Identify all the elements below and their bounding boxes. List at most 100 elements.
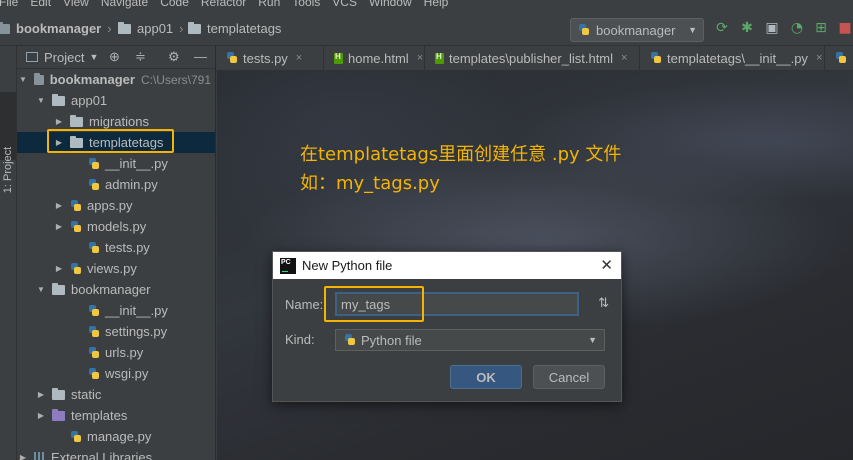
menu-item-code[interactable]: Code [154, 0, 195, 13]
tree-item[interactable]: tests.py [17, 237, 215, 258]
python-file-icon [88, 325, 100, 338]
tree-item[interactable]: settings.py [17, 321, 215, 342]
rerun-icon[interactable]: ⟳ [714, 20, 730, 36]
hide-icon[interactable]: — [194, 49, 207, 64]
annotation-highlight-box [47, 129, 174, 153]
expand-right-icon[interactable]: ▶ [55, 222, 63, 231]
chevron-down-icon[interactable]: ▼ [89, 52, 98, 62]
collapse-icon[interactable]: ≑ [135, 49, 146, 65]
tree-item-label: bookmanager [71, 282, 151, 297]
debug-icon[interactable]: ✱ [739, 20, 755, 36]
tree-item[interactable]: ▼ bookmanager C:\Users\791 [17, 69, 211, 90]
project-icon [26, 52, 38, 62]
expand-right-icon[interactable]: ▶ [55, 117, 63, 126]
close-tab-icon[interactable]: × [621, 52, 627, 64]
tree-item[interactable]: ▶ apps.py [17, 195, 215, 216]
tree-item[interactable]: wsgi.py [17, 363, 215, 384]
tree-item[interactable]: admin.py [17, 174, 215, 195]
html-file-icon [435, 52, 444, 64]
library-icon [34, 452, 46, 460]
tree-item[interactable]: ▶ models.py [17, 216, 215, 237]
expand-down-icon[interactable]: ▼ [19, 75, 27, 84]
tree-item[interactable]: urls.py [17, 342, 215, 363]
folder-icon [52, 93, 65, 106]
python-file-icon [70, 430, 82, 443]
folder-icon [52, 408, 65, 421]
menu-item-view[interactable]: View [57, 0, 95, 13]
editor-tab[interactable]: templates\publisher_list.html × [425, 46, 640, 70]
name-label: Name: [285, 297, 324, 312]
menu-item-help[interactable]: Help [418, 0, 455, 13]
editor-tab[interactable]: templatetags\__init__.py × [640, 46, 825, 70]
menu-item-file[interactable]: File [0, 0, 24, 13]
tree-item[interactable]: ▶ templates [17, 405, 215, 426]
kind-value: Python file [361, 332, 422, 348]
menu-item-edit[interactable]: Edit [24, 0, 57, 13]
folder-icon [118, 21, 131, 34]
menu-item-refactor[interactable]: Refactor [195, 0, 252, 13]
breadcrumb-label: app01 [137, 21, 174, 36]
close-tab-icon[interactable]: × [296, 52, 302, 64]
menu-item-vcs[interactable]: VCS [326, 0, 363, 13]
tree-item-label: models.py [87, 219, 147, 234]
menu-item-tools[interactable]: Tools [286, 0, 326, 13]
tree-item-label: External Libraries [51, 450, 153, 460]
editor-tab[interactable]: tests.py × [216, 46, 324, 70]
tool-window-stripe: 1: Project [0, 46, 17, 460]
python-file-icon [88, 241, 100, 254]
editor-tab[interactable] [825, 46, 853, 70]
expand-down-icon[interactable]: ▼ [37, 285, 45, 294]
tree-item[interactable]: ▼ bookmanager [17, 279, 215, 300]
breadcrumb-project[interactable]: bookmanager › [0, 21, 116, 36]
coverage-icon[interactable]: ▣ [764, 20, 780, 36]
editor-tab[interactable]: home.html × [324, 46, 425, 70]
sort-icon[interactable]: ⇅ [598, 296, 609, 311]
expand-right-icon[interactable]: ▶ [55, 201, 63, 210]
stop-icon[interactable]: ■ [837, 20, 853, 36]
project-panel-title[interactable]: Project [44, 50, 84, 65]
python-file-icon [88, 178, 100, 191]
breadcrumb-app01[interactable]: app01 › [118, 21, 188, 36]
tree-item[interactable]: manage.py [17, 426, 215, 447]
python-file-icon [70, 262, 82, 275]
profile-icon[interactable]: ◔ [789, 20, 805, 36]
python-icon [578, 24, 590, 36]
menu-item-run[interactable]: Run [252, 0, 286, 13]
tree-item[interactable]: __init__.py [17, 153, 215, 174]
chevron-down-icon: ▼ [588, 335, 597, 345]
editor-gutter [216, 71, 217, 460]
cancel-button[interactable]: Cancel [533, 365, 605, 389]
expand-right-icon[interactable]: ▶ [19, 453, 27, 460]
expand-right-icon[interactable]: ▶ [37, 411, 45, 420]
tree-item[interactable]: ▼ app01 [17, 90, 215, 111]
tree-item-label: tests.py [105, 240, 150, 255]
expand-right-icon[interactable]: ▶ [37, 390, 45, 399]
run-configuration-dropdown[interactable]: bookmanager ▼ [570, 18, 704, 42]
locate-icon[interactable]: ⊕ [109, 49, 120, 65]
ok-button[interactable]: OK [450, 365, 522, 389]
kind-select[interactable]: Python file ▼ [335, 329, 605, 351]
tree-item[interactable]: __init__.py [17, 300, 215, 321]
tree-item[interactable]: ▶ views.py [17, 258, 215, 279]
tab-label: home.html [348, 50, 409, 66]
menu-item-navigate[interactable]: Navigate [95, 0, 154, 13]
project-tool-button[interactable]: 1: Project [0, 92, 16, 193]
gear-icon[interactable]: ⚙ [168, 49, 180, 65]
expand-right-icon[interactable]: ▶ [55, 264, 63, 273]
close-tab-icon[interactable]: × [816, 52, 822, 64]
python-file-icon [226, 52, 238, 64]
close-tab-icon[interactable]: × [417, 52, 423, 64]
chevron-right-icon: › [179, 21, 184, 36]
expand-down-icon[interactable]: ▼ [37, 96, 45, 105]
dialog-title-bar: New Python file ✕ [273, 252, 621, 279]
close-icon[interactable]: ✕ [600, 256, 613, 274]
tree-item[interactable]: ▶ External Libraries [17, 447, 211, 460]
breadcrumb-templatetags[interactable]: templatetags [188, 21, 281, 36]
run-concurrency-icon[interactable]: ⊞ [813, 20, 829, 36]
menu-item-window[interactable]: Window [363, 0, 418, 13]
tree-item-label: app01 [71, 93, 108, 108]
tree-item[interactable]: ▶ static [17, 384, 215, 405]
chevron-right-icon: › [107, 21, 112, 36]
tree-item-label: static [71, 387, 102, 402]
tree-item-label: admin.py [105, 177, 158, 192]
